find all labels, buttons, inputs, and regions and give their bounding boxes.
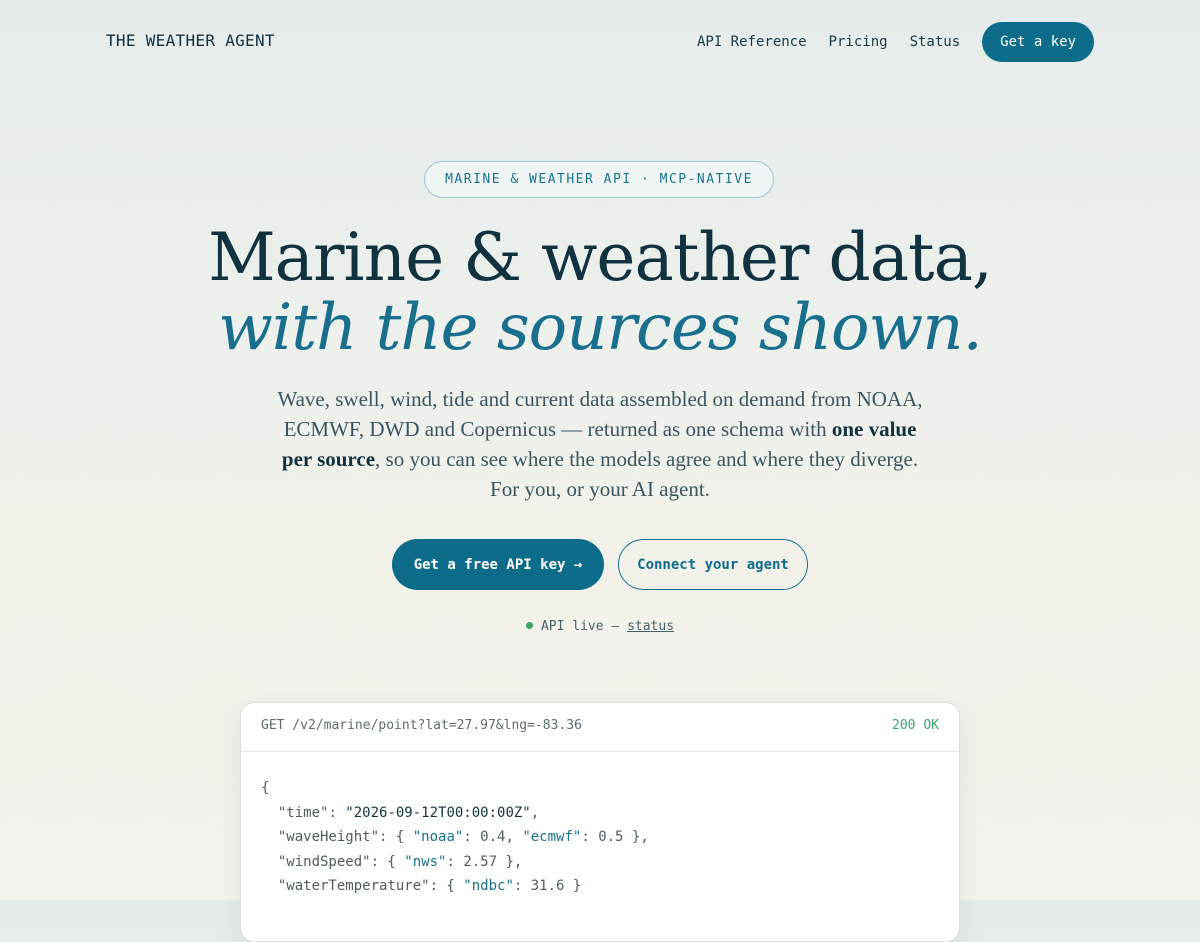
hero-description-part1: Wave, swell, wind, tide and current data…: [277, 387, 923, 441]
hero-description: Wave, swell, wind, tide and current data…: [270, 384, 930, 504]
get-free-api-key-button[interactable]: Get a free API key →: [392, 539, 604, 590]
connect-agent-button[interactable]: Connect your agent: [618, 539, 808, 590]
json-value-noaa: 0.4: [480, 829, 506, 845]
top-nav: THE WEATHER AGENT API Reference Pricing …: [0, 0, 1200, 84]
status-link[interactable]: status: [627, 619, 674, 634]
response-json: { "time": "2026-09-12T00:00:00Z", "waveH…: [261, 780, 649, 894]
json-key-ecmwf: "ecmwf": [522, 829, 582, 845]
api-status-text: API live —: [540, 619, 628, 634]
api-example-card: GET /v2/marine/point?lat=27.97&lng=-83.3…: [240, 702, 960, 942]
json-key-ndbc: "ndbc": [463, 878, 514, 894]
brand-logo[interactable]: THE WEATHER AGENT: [106, 31, 275, 50]
api-example-header: GET /v2/marine/point?lat=27.97&lng=-83.3…: [241, 703, 959, 752]
hero-title-accent: with the sources shown.: [218, 291, 983, 365]
hero-description-part2: , so you can see where the models agree …: [375, 447, 919, 501]
hero-badge: MARINE & WEATHER API · MCP-NATIVE: [424, 161, 774, 198]
json-key-nws: "nws": [404, 853, 447, 870]
json-value-ndbc: 31.6: [530, 878, 565, 894]
json-key-water-temperature: "waterTemperature": [277, 878, 430, 894]
json-value-ecmwf: 0.5: [598, 829, 624, 845]
json-key-wave-height: "waveHeight": [277, 829, 380, 845]
status-live-icon: [525, 622, 533, 629]
hero-title: Marine & weather data,: [208, 219, 993, 296]
json-key-time: "time": [277, 804, 329, 821]
response-status: 200 OK: [892, 718, 939, 733]
nav-link-status[interactable]: Status: [910, 34, 961, 50]
json-value-time: "2026-09-12T00:00:00Z": [345, 804, 531, 821]
json-value-nws: 2.57: [463, 853, 498, 870]
json-key-noaa: "noaa": [412, 829, 464, 845]
nav-link-api-reference[interactable]: API Reference: [697, 34, 807, 50]
json-open-brace: {: [261, 780, 270, 796]
request-line: GET /v2/marine/point?lat=27.97&lng=-83.3…: [261, 718, 582, 733]
api-status-line: API live — status: [0, 619, 1200, 634]
nav-link-pricing[interactable]: Pricing: [829, 34, 888, 50]
json-key-wind-speed: "windSpeed": [277, 853, 371, 870]
nav-links: API Reference Pricing Status Get a key: [697, 22, 1094, 62]
get-key-button[interactable]: Get a key: [982, 22, 1094, 62]
